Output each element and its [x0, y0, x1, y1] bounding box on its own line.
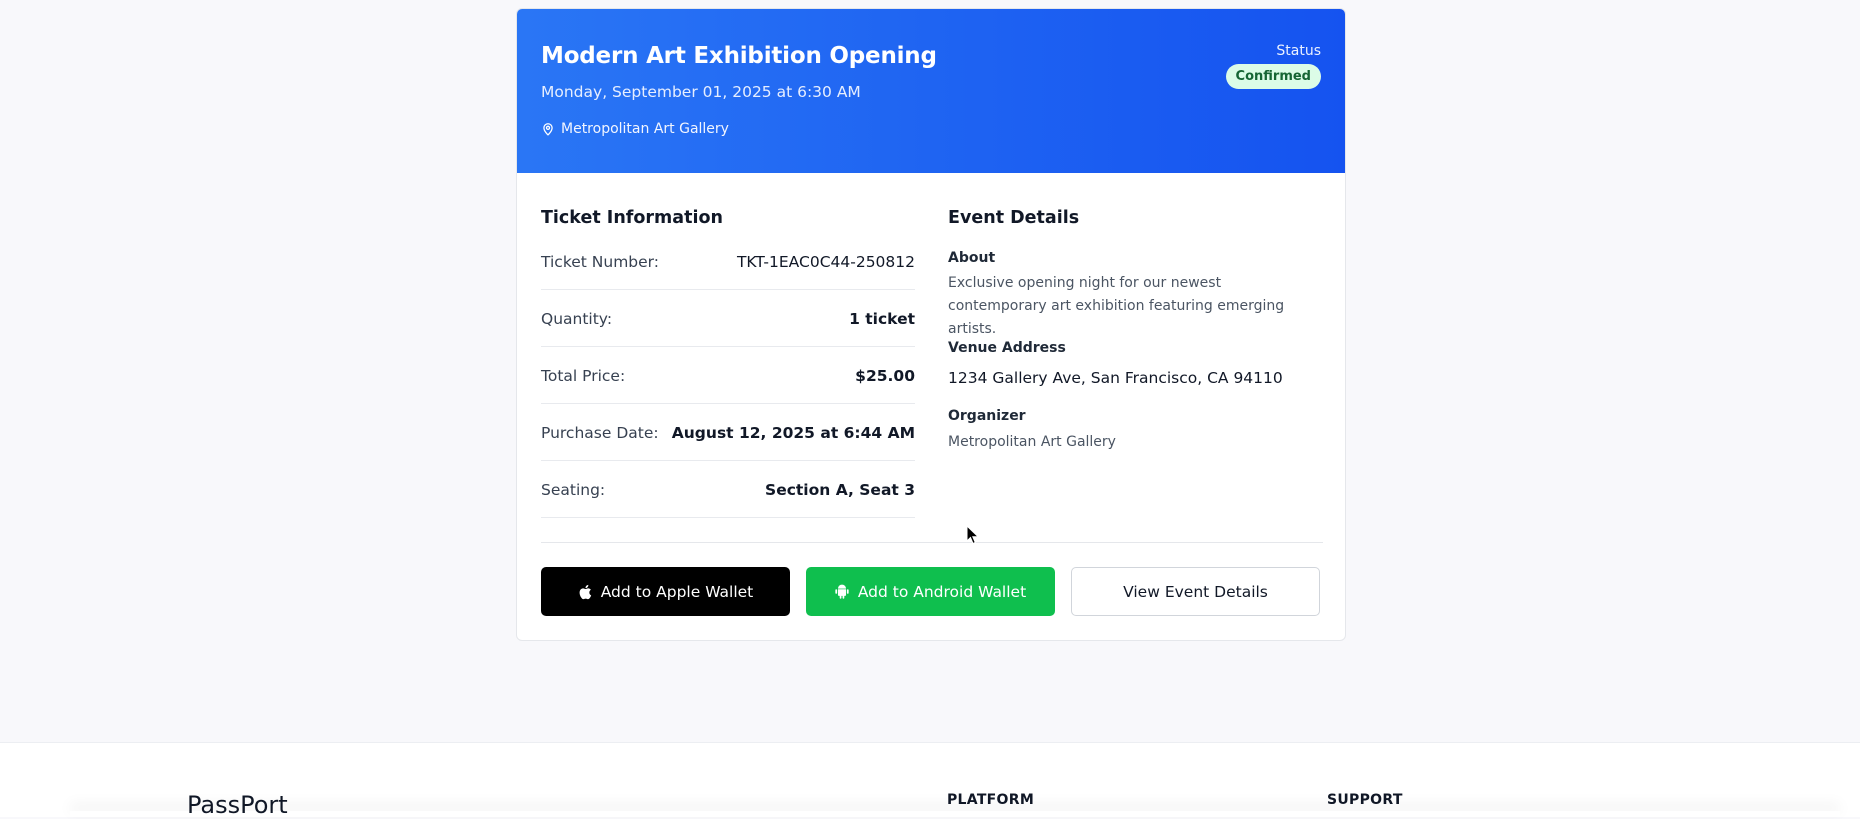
event-date: Monday, September 01, 2025 at 6:30 AM [541, 83, 861, 101]
venue-address-label: Venue Address [948, 340, 1066, 356]
apple-wallet-label: Add to Apple Wallet [600, 582, 754, 601]
ticket-row-quantity: Quantity: 1 ticket [541, 291, 915, 347]
ticket-row-label: Ticket Number: [541, 252, 659, 271]
ticket-row-value: 1 ticket [849, 309, 915, 328]
footer-brand: PassPort [187, 791, 288, 819]
organizer-label: Organizer [948, 408, 1026, 424]
ticket-row-label: Total Price: [541, 366, 626, 385]
ticket-row-label: Seating: [541, 480, 606, 499]
divider [541, 542, 1323, 543]
event-location-label: Metropolitan Art Gallery [561, 121, 729, 137]
android-icon [835, 584, 849, 599]
status-badge: Confirmed [1225, 64, 1321, 89]
event-location: Metropolitan Art Gallery [541, 121, 729, 137]
event-header: Modern Art Exhibition Opening Monday, Se… [517, 9, 1345, 173]
ticket-row-number: Ticket Number: TKT-1EAC0C44-250812 [541, 234, 915, 290]
organizer-name: Metropolitan Art Gallery [948, 434, 1116, 450]
ticket-row-value: August 12, 2025 at 6:44 AM [671, 423, 915, 442]
ticket-row-price: Total Price: $25.00 [541, 348, 915, 404]
ticket-card: Modern Art Exhibition Opening Monday, Se… [516, 8, 1346, 641]
ticket-row-seating: Seating: Section A, Seat 3 [541, 462, 915, 518]
android-wallet-label: Add to Android Wallet [857, 582, 1027, 601]
footer-support-heading: SUPPORT [1327, 792, 1403, 808]
event-details-heading: Event Details [948, 208, 1080, 228]
ticket-row-label: Quantity: [541, 309, 613, 328]
ticket-row-label: Purchase Date: [541, 423, 659, 442]
ticket-row-value: TKT-1EAC0C44-250812 [736, 252, 915, 271]
about-label: About [948, 250, 996, 266]
apple-icon [579, 584, 591, 599]
mouse-cursor-icon [966, 525, 980, 545]
venue-address: 1234 Gallery Ave, San Francisco, CA 9411… [948, 369, 1283, 387]
view-event-details-button[interactable]: View Event Details [1071, 567, 1320, 616]
ticket-info-heading: Ticket Information [541, 208, 723, 228]
add-to-android-wallet-button[interactable]: Add to Android Wallet [806, 567, 1055, 616]
footer-platform-heading: PLATFORM [947, 792, 1035, 808]
add-to-apple-wallet-button[interactable]: Add to Apple Wallet [541, 567, 790, 616]
status-label: Status [1276, 43, 1321, 59]
ticket-row-value: $25.00 [855, 366, 915, 385]
map-pin-icon [543, 123, 553, 136]
event-title: Modern Art Exhibition Opening [541, 43, 937, 69]
site-footer: PassPort PLATFORM SUPPORT [0, 742, 1860, 819]
ticket-row-purchase-date: Purchase Date: August 12, 2025 at 6:44 A… [541, 405, 915, 461]
view-event-details-label: View Event Details [1123, 582, 1268, 601]
ticket-row-value: Section A, Seat 3 [765, 480, 915, 499]
about-text: Exclusive opening night for our newest c… [948, 275, 1285, 337]
